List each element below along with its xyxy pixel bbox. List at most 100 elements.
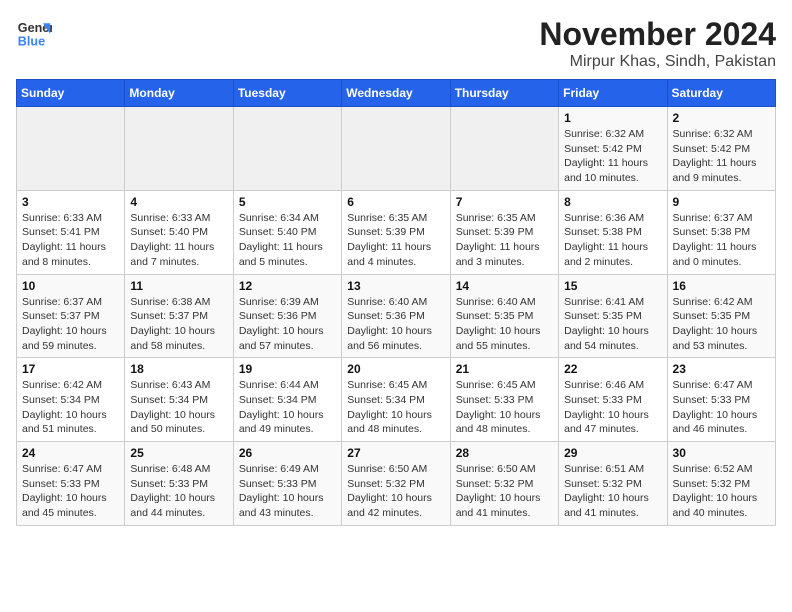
calendar-cell: 30 Sunrise: 6:52 AMSunset: 5:32 PMDayligh… (667, 442, 775, 526)
title-section: November 2024 Mirpur Khas, Sindh, Pakist… (539, 16, 776, 71)
calendar-cell: 8Sunrise: 6:36 AMSunset: 5:38 PMDaylight… (559, 190, 667, 274)
day-number: 6 (347, 195, 444, 209)
day-number: 11 (130, 279, 227, 293)
day-info: Sunrise: 6:41 AMSunset: 5:35 PMDaylight:… (564, 295, 661, 354)
day-info: Sunrise: 6:47 AMSunset: 5:33 PMDaylight:… (673, 378, 770, 437)
calendar-cell: 23 Sunrise: 6:47 AMSunset: 5:33 PMDayligh… (667, 358, 775, 442)
calendar-week-2: 3Sunrise: 6:33 AMSunset: 5:41 PMDaylight… (17, 190, 776, 274)
day-number: 9 (673, 195, 770, 209)
day-number: 27 (347, 446, 444, 460)
calendar-cell: 16Sunrise: 6:42 AMSunset: 5:35 PMDayligh… (667, 274, 775, 358)
calendar-header: SundayMondayTuesdayWednesdayThursdayFrid… (17, 80, 776, 107)
weekday-header-wednesday: Wednesday (342, 80, 450, 107)
calendar-cell: 20 Sunrise: 6:45 AMSunset: 5:34 PMDayligh… (342, 358, 450, 442)
day-info: Sunrise: 6:46 AMSunset: 5:33 PMDaylight:… (564, 378, 661, 437)
day-number: 15 (564, 279, 661, 293)
calendar-cell: 10 Sunrise: 6:37 AMSunset: 5:37 PMDayligh… (17, 274, 125, 358)
day-number: 20 (347, 362, 444, 376)
day-info: Sunrise: 6:45 AMSunset: 5:33 PMDaylight:… (456, 378, 553, 437)
calendar-cell: 9 Sunrise: 6:37 AMSunset: 5:38 PMDaylight… (667, 190, 775, 274)
day-number: 10 (22, 279, 119, 293)
calendar-cell: 11 Sunrise: 6:38 AMSunset: 5:37 PMDayligh… (125, 274, 233, 358)
calendar-cell: 4Sunrise: 6:33 AMSunset: 5:40 PMDaylight… (125, 190, 233, 274)
day-number: 3 (22, 195, 119, 209)
calendar-week-3: 10 Sunrise: 6:37 AMSunset: 5:37 PMDayligh… (17, 274, 776, 358)
day-number: 7 (456, 195, 553, 209)
calendar-cell: 15 Sunrise: 6:41 AMSunset: 5:35 PMDayligh… (559, 274, 667, 358)
day-number: 21 (456, 362, 553, 376)
day-number: 25 (130, 446, 227, 460)
svg-text:Blue: Blue (18, 35, 45, 49)
calendar-cell: 24 Sunrise: 6:47 AMSunset: 5:33 PMDayligh… (17, 442, 125, 526)
day-info: Sunrise: 6:37 AMSunset: 5:37 PMDaylight:… (22, 295, 119, 354)
calendar-cell: 1 Sunrise: 6:32 AMSunset: 5:42 PMDaylight… (559, 107, 667, 191)
header: General Blue November 2024 Mirpur Khas, … (16, 16, 776, 71)
calendar-cell: 21 Sunrise: 6:45 AMSunset: 5:33 PMDayligh… (450, 358, 558, 442)
weekday-header-row: SundayMondayTuesdayWednesdayThursdayFrid… (17, 80, 776, 107)
day-info: Sunrise: 6:50 AMSunset: 5:32 PMDaylight:… (347, 462, 444, 521)
day-number: 5 (239, 195, 336, 209)
day-info: Sunrise: 6:51 AMSunset: 5:32 PMDaylight:… (564, 462, 661, 521)
day-info: Sunrise: 6:34 AMSunset: 5:40 PMDaylight:… (239, 211, 336, 270)
day-info: Sunrise: 6:50 AMSunset: 5:32 PMDaylight:… (456, 462, 553, 521)
day-number: 30 (673, 446, 770, 460)
day-number: 22 (564, 362, 661, 376)
weekday-header-saturday: Saturday (667, 80, 775, 107)
weekday-header-sunday: Sunday (17, 80, 125, 107)
day-info: Sunrise: 6:35 AMSunset: 5:39 PMDaylight:… (347, 211, 444, 270)
day-info: Sunrise: 6:38 AMSunset: 5:37 PMDaylight:… (130, 295, 227, 354)
calendar-week-4: 17Sunrise: 6:42 AMSunset: 5:34 PMDayligh… (17, 358, 776, 442)
calendar-cell: 22 Sunrise: 6:46 AMSunset: 5:33 PMDayligh… (559, 358, 667, 442)
calendar-body: 1 Sunrise: 6:32 AMSunset: 5:42 PMDaylight… (17, 107, 776, 526)
logo: General Blue (16, 16, 52, 52)
day-number: 12 (239, 279, 336, 293)
calendar-cell: 12 Sunrise: 6:39 AMSunset: 5:36 PMDayligh… (233, 274, 341, 358)
calendar-cell: 19Sunrise: 6:44 AMSunset: 5:34 PMDayligh… (233, 358, 341, 442)
day-info: Sunrise: 6:42 AMSunset: 5:35 PMDaylight:… (673, 295, 770, 354)
day-info: Sunrise: 6:52 AMSunset: 5:32 PMDaylight:… (673, 462, 770, 521)
month-title: November 2024 (539, 16, 776, 53)
calendar-cell (233, 107, 341, 191)
weekday-header-monday: Monday (125, 80, 233, 107)
day-number: 26 (239, 446, 336, 460)
day-info: Sunrise: 6:35 AMSunset: 5:39 PMDaylight:… (456, 211, 553, 270)
calendar-cell: 13 Sunrise: 6:40 AMSunset: 5:36 PMDayligh… (342, 274, 450, 358)
day-number: 19 (239, 362, 336, 376)
day-number: 1 (564, 111, 661, 125)
calendar-cell (342, 107, 450, 191)
day-info: Sunrise: 6:36 AMSunset: 5:38 PMDaylight:… (564, 211, 661, 270)
calendar-week-5: 24 Sunrise: 6:47 AMSunset: 5:33 PMDayligh… (17, 442, 776, 526)
calendar-cell (450, 107, 558, 191)
day-info: Sunrise: 6:39 AMSunset: 5:36 PMDaylight:… (239, 295, 336, 354)
day-info: Sunrise: 6:43 AMSunset: 5:34 PMDaylight:… (130, 378, 227, 437)
day-number: 28 (456, 446, 553, 460)
calendar-cell: 6 Sunrise: 6:35 AMSunset: 5:39 PMDaylight… (342, 190, 450, 274)
calendar-cell: 18Sunrise: 6:43 AMSunset: 5:34 PMDayligh… (125, 358, 233, 442)
weekday-header-friday: Friday (559, 80, 667, 107)
day-number: 4 (130, 195, 227, 209)
day-number: 23 (673, 362, 770, 376)
calendar-cell: 17Sunrise: 6:42 AMSunset: 5:34 PMDayligh… (17, 358, 125, 442)
day-info: Sunrise: 6:32 AMSunset: 5:42 PMDaylight:… (564, 127, 661, 186)
calendar-table: SundayMondayTuesdayWednesdayThursdayFrid… (16, 79, 776, 526)
calendar-cell: 27 Sunrise: 6:50 AMSunset: 5:32 PMDayligh… (342, 442, 450, 526)
calendar-cell (17, 107, 125, 191)
day-number: 2 (673, 111, 770, 125)
calendar-cell: 25 Sunrise: 6:48 AMSunset: 5:33 PMDayligh… (125, 442, 233, 526)
calendar-week-1: 1 Sunrise: 6:32 AMSunset: 5:42 PMDaylight… (17, 107, 776, 191)
day-info: Sunrise: 6:45 AMSunset: 5:34 PMDaylight:… (347, 378, 444, 437)
calendar-cell (125, 107, 233, 191)
day-info: Sunrise: 6:37 AMSunset: 5:38 PMDaylight:… (673, 211, 770, 270)
day-info: Sunrise: 6:49 AMSunset: 5:33 PMDaylight:… (239, 462, 336, 521)
day-info: Sunrise: 6:47 AMSunset: 5:33 PMDaylight:… (22, 462, 119, 521)
day-info: Sunrise: 6:48 AMSunset: 5:33 PMDaylight:… (130, 462, 227, 521)
calendar-cell: 26 Sunrise: 6:49 AMSunset: 5:33 PMDayligh… (233, 442, 341, 526)
day-number: 17 (22, 362, 119, 376)
weekday-header-thursday: Thursday (450, 80, 558, 107)
day-info: Sunrise: 6:40 AMSunset: 5:36 PMDaylight:… (347, 295, 444, 354)
day-number: 13 (347, 279, 444, 293)
day-number: 14 (456, 279, 553, 293)
day-info: Sunrise: 6:40 AMSunset: 5:35 PMDaylight:… (456, 295, 553, 354)
day-number: 24 (22, 446, 119, 460)
location-title: Mirpur Khas, Sindh, Pakistan (539, 53, 776, 71)
